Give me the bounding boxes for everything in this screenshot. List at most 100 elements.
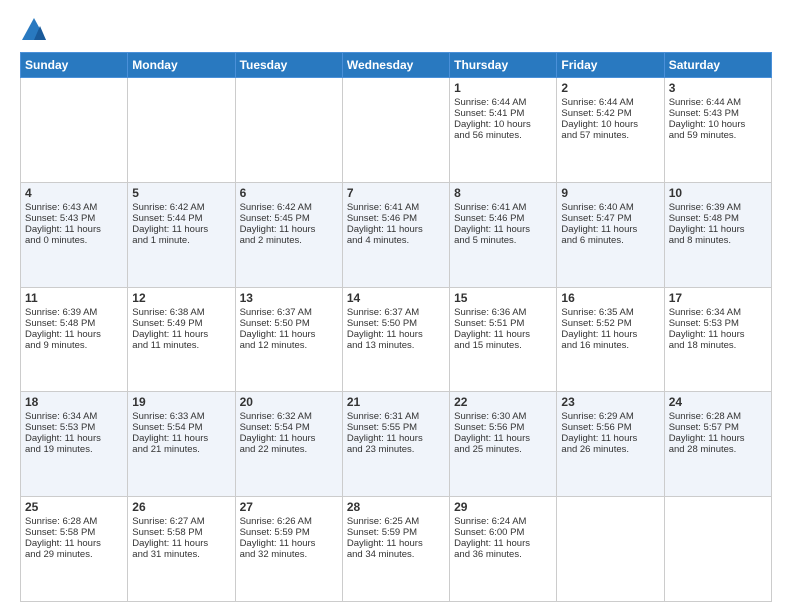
day-info-line: Sunset: 5:59 PM — [240, 527, 338, 538]
day-info-line: Sunset: 5:52 PM — [561, 318, 659, 329]
day-info-line: Sunset: 5:46 PM — [347, 213, 445, 224]
day-info-line: Sunrise: 6:37 AM — [240, 307, 338, 318]
day-number: 28 — [347, 500, 445, 514]
day-info-line: Sunset: 5:54 PM — [240, 422, 338, 433]
calendar-cell: 11Sunrise: 6:39 AMSunset: 5:48 PMDayligh… — [21, 287, 128, 392]
day-number: 20 — [240, 395, 338, 409]
calendar-cell — [664, 497, 771, 602]
day-number: 15 — [454, 291, 552, 305]
day-info-line: and 59 minutes. — [669, 130, 767, 141]
col-header-saturday: Saturday — [664, 53, 771, 78]
day-info-line: Daylight: 11 hours — [240, 538, 338, 549]
day-info-line: Sunrise: 6:30 AM — [454, 411, 552, 422]
day-info-line: Sunset: 5:43 PM — [25, 213, 123, 224]
day-info-line: and 1 minute. — [132, 235, 230, 246]
day-info-line: Daylight: 10 hours — [561, 119, 659, 130]
day-info-line: Sunset: 5:42 PM — [561, 108, 659, 119]
calendar-cell: 13Sunrise: 6:37 AMSunset: 5:50 PMDayligh… — [235, 287, 342, 392]
day-info-line: Sunrise: 6:39 AM — [25, 307, 123, 318]
day-number: 9 — [561, 186, 659, 200]
day-info-line: Daylight: 11 hours — [132, 329, 230, 340]
day-info-line: and 25 minutes. — [454, 444, 552, 455]
page: SundayMondayTuesdayWednesdayThursdayFrid… — [0, 0, 792, 612]
day-info-line: and 4 minutes. — [347, 235, 445, 246]
day-info-line: and 56 minutes. — [454, 130, 552, 141]
day-info-line: and 19 minutes. — [25, 444, 123, 455]
day-info-line: Sunset: 5:56 PM — [454, 422, 552, 433]
day-info-line: Sunset: 5:56 PM — [561, 422, 659, 433]
calendar-cell: 7Sunrise: 6:41 AMSunset: 5:46 PMDaylight… — [342, 182, 449, 287]
day-info-line: Daylight: 11 hours — [240, 224, 338, 235]
col-header-thursday: Thursday — [450, 53, 557, 78]
calendar-table: SundayMondayTuesdayWednesdayThursdayFrid… — [20, 52, 772, 602]
calendar-row: 25Sunrise: 6:28 AMSunset: 5:58 PMDayligh… — [21, 497, 772, 602]
col-header-monday: Monday — [128, 53, 235, 78]
day-info-line: Sunset: 5:53 PM — [25, 422, 123, 433]
day-number: 27 — [240, 500, 338, 514]
calendar-cell: 14Sunrise: 6:37 AMSunset: 5:50 PMDayligh… — [342, 287, 449, 392]
calendar-cell: 28Sunrise: 6:25 AMSunset: 5:59 PMDayligh… — [342, 497, 449, 602]
day-number: 18 — [25, 395, 123, 409]
day-info-line: Daylight: 11 hours — [25, 329, 123, 340]
day-info-line: and 29 minutes. — [25, 549, 123, 560]
calendar-cell: 9Sunrise: 6:40 AMSunset: 5:47 PMDaylight… — [557, 182, 664, 287]
day-info-line: and 13 minutes. — [347, 340, 445, 351]
logo-icon — [20, 16, 48, 44]
day-info-line: Sunrise: 6:44 AM — [669, 97, 767, 108]
day-info-line: Sunrise: 6:41 AM — [347, 202, 445, 213]
day-info-line: Sunset: 5:44 PM — [132, 213, 230, 224]
calendar-cell: 27 Sunrise: 6:26 AMSunset: 5:59 PMDayligh… — [235, 497, 342, 602]
day-info-line: Sunrise: 6:24 AM — [454, 516, 552, 527]
day-info-line: and 57 minutes. — [561, 130, 659, 141]
day-info-line: Daylight: 11 hours — [240, 329, 338, 340]
day-number: 26 — [132, 500, 230, 514]
day-info-line: Sunset: 5:46 PM — [454, 213, 552, 224]
day-info-line: Sunset: 5:48 PM — [25, 318, 123, 329]
calendar-cell: 16Sunrise: 6:35 AMSunset: 5:52 PMDayligh… — [557, 287, 664, 392]
day-info-line: and 23 minutes. — [347, 444, 445, 455]
day-info-line: Daylight: 11 hours — [454, 224, 552, 235]
day-info-line: and 26 minutes. — [561, 444, 659, 455]
col-header-sunday: Sunday — [21, 53, 128, 78]
day-info-line: and 0 minutes. — [25, 235, 123, 246]
day-number: 1 — [454, 81, 552, 95]
day-number: 5 — [132, 186, 230, 200]
day-info-line: Sunrise: 6:41 AM — [454, 202, 552, 213]
day-info-line: Sunrise: 6:36 AM — [454, 307, 552, 318]
day-info-line: Sunset: 5:54 PM — [132, 422, 230, 433]
day-info-line: Sunset: 5:58 PM — [132, 527, 230, 538]
calendar-cell: 20Sunrise: 6:32 AMSunset: 5:54 PMDayligh… — [235, 392, 342, 497]
day-info-line: Sunrise: 6:28 AM — [669, 411, 767, 422]
calendar-row: 1Sunrise: 6:44 AMSunset: 5:41 PMDaylight… — [21, 78, 772, 183]
day-info-line: Daylight: 11 hours — [669, 433, 767, 444]
calendar-cell: 1Sunrise: 6:44 AMSunset: 5:41 PMDaylight… — [450, 78, 557, 183]
day-info-line: Sunrise: 6:27 AM — [132, 516, 230, 527]
day-number: 23 — [561, 395, 659, 409]
day-info-line: Daylight: 11 hours — [25, 538, 123, 549]
day-info-line: Sunrise: 6:34 AM — [669, 307, 767, 318]
day-info-line: Daylight: 11 hours — [669, 224, 767, 235]
day-number: 16 — [561, 291, 659, 305]
day-info-line: Daylight: 11 hours — [561, 329, 659, 340]
day-number: 12 — [132, 291, 230, 305]
day-info-line: Sunrise: 6:34 AM — [25, 411, 123, 422]
day-info-line: Daylight: 11 hours — [561, 224, 659, 235]
calendar-cell: 17Sunrise: 6:34 AMSunset: 5:53 PMDayligh… — [664, 287, 771, 392]
day-info-line: Sunrise: 6:26 AM — [240, 516, 338, 527]
day-info-line: Daylight: 10 hours — [669, 119, 767, 130]
day-info-line: and 5 minutes. — [454, 235, 552, 246]
calendar-cell: 2Sunrise: 6:44 AMSunset: 5:42 PMDaylight… — [557, 78, 664, 183]
calendar-cell: 15Sunrise: 6:36 AMSunset: 5:51 PMDayligh… — [450, 287, 557, 392]
day-info-line: Sunset: 5:58 PM — [25, 527, 123, 538]
day-info-line: Daylight: 11 hours — [240, 433, 338, 444]
day-number: 6 — [240, 186, 338, 200]
day-info-line: Sunrise: 6:39 AM — [669, 202, 767, 213]
day-info-line: and 16 minutes. — [561, 340, 659, 351]
day-info-line: and 9 minutes. — [25, 340, 123, 351]
day-info-line: and 21 minutes. — [132, 444, 230, 455]
col-header-tuesday: Tuesday — [235, 53, 342, 78]
col-header-friday: Friday — [557, 53, 664, 78]
day-info-line: and 12 minutes. — [240, 340, 338, 351]
day-info-line: and 22 minutes. — [240, 444, 338, 455]
calendar-cell: 12Sunrise: 6:38 AMSunset: 5:49 PMDayligh… — [128, 287, 235, 392]
